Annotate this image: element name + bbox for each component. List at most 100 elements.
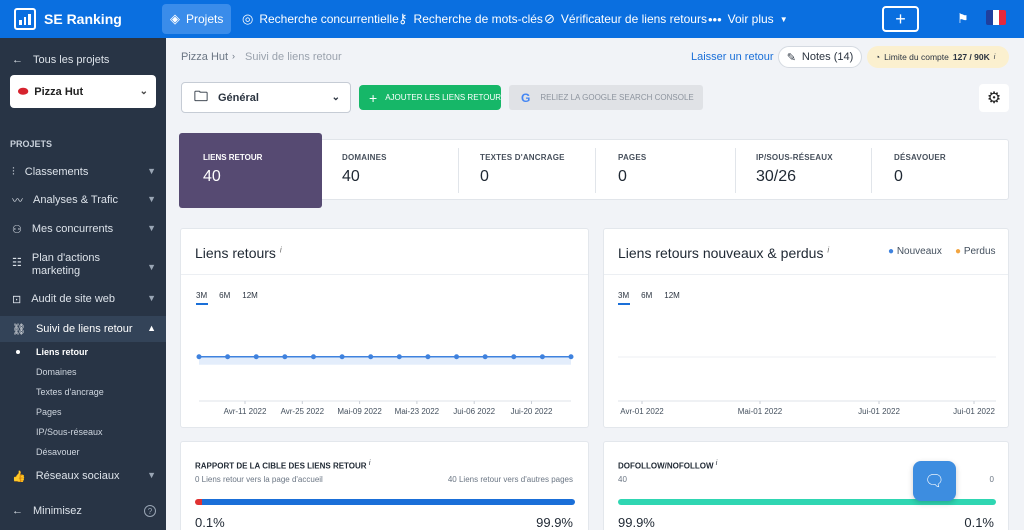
audit-icon: ⊡ (12, 293, 22, 306)
sidebar-sub-pages[interactable]: Pages (36, 407, 62, 417)
chevron-up-icon: ▲ (147, 323, 156, 333)
account-limit-badge[interactable]: ◔ Limite du compte 127 / 90K i (867, 46, 1009, 68)
sidebar-item-plan[interactable]: ☷ Plan d'actions marketing ▼ (0, 252, 166, 282)
title-text: RAPPORT DE LA CIBLE DES LIENS RETOUR (195, 461, 367, 471)
add-backlinks-button[interactable]: + AJOUTER LES LIENS RETOUR (359, 85, 501, 110)
settings-gear-icon[interactable]: ⚙ (979, 84, 1009, 112)
stat-value: 40 (342, 168, 360, 185)
backlinks-line-chart: Avr-11 2022 Avr-25 2022 Mai-09 2022 Mai-23 … (196, 354, 574, 416)
data-point (482, 354, 488, 360)
sidebar-minimize[interactable]: ← Minimisez? (0, 499, 166, 523)
data-point (368, 354, 374, 360)
divider (735, 148, 736, 193)
help-icon[interactable]: ? (144, 505, 156, 517)
sidebar-item-label: Mes concurrents (31, 223, 114, 235)
group-dropdown[interactable]: 🗀 Général ⌄ (181, 82, 351, 113)
nav-voir-plus[interactable]: ••• Voir plus ▼ (700, 4, 796, 34)
target-report-card: RAPPORT DE LA CIBLE DES LIENS RETOUR i 0… (180, 441, 589, 530)
group-value: Général (218, 91, 259, 104)
sidebar-sub-ip[interactable]: IP/Sous-réseaux (36, 427, 103, 437)
nav-verificateur[interactable]: ⊘ Vérificateur de liens retours (536, 4, 715, 34)
x-tick-label: Jui-01 2022 (858, 407, 900, 416)
title-text: DOFOLLOW/NOFOLLOW (618, 461, 714, 471)
add-button[interactable]: + (882, 6, 919, 32)
breadcrumb-root[interactable]: Pizza Hut (181, 51, 228, 63)
nofollow-count: 0 (989, 475, 994, 484)
stat-liens-retour[interactable]: LIENS RETOUR 40 (179, 133, 322, 208)
x-tick-label: Jui-20 2022 (511, 407, 553, 416)
nav-projets[interactable]: ◈ Projets (162, 4, 232, 34)
chevron-down-icon: ▼ (147, 166, 156, 176)
data-point (511, 354, 517, 360)
backlinks-chart-card: Liens retours i 3M 6M 12M Avr-11 2022 Avr… (180, 228, 589, 428)
checklist-icon: ☷ (12, 257, 22, 269)
dofollow-percent: 99.9% (618, 515, 655, 530)
sidebar-item-label: Audit de site web (31, 293, 115, 305)
sidebar-sub-textes[interactable]: Textes d'ancrage (36, 387, 104, 397)
data-point (196, 354, 202, 360)
bar-segment-homepage (195, 499, 202, 505)
project-selector[interactable]: ⬬ Pizza Hut ⌄ (10, 75, 156, 108)
limit-value: 127 / 90K (952, 52, 990, 62)
nav-recherche-mots-cles[interactable]: ⚷ Recherche de mots-clés (390, 4, 551, 34)
notes-button[interactable]: ✎ Notes (14) (778, 46, 862, 68)
active-dot (16, 350, 20, 354)
nav-label: Voir plus (727, 12, 774, 26)
info-icon: i (715, 460, 718, 467)
x-tick-label: Mai-09 2022 (337, 407, 382, 416)
connect-gsc-button[interactable]: G RELIEZ LA GOOGLE SEARCH CONSOLE (509, 85, 703, 110)
arrow-left-icon: ← (12, 505, 23, 517)
data-point (225, 354, 231, 360)
sidebar-item-classements[interactable]: ⫶ Classements ▼ (0, 160, 166, 184)
language-flag-icon[interactable] (986, 10, 1006, 25)
sidebar-item-label: Réseaux sociaux (35, 470, 120, 482)
chevron-down-icon: ▼ (147, 223, 156, 233)
users-icon: ⚇ (12, 223, 22, 236)
dofollow-count: 40 (618, 475, 627, 484)
divider (595, 148, 596, 193)
chevron-down-icon: ▼ (147, 293, 156, 303)
more-icon: ••• (708, 11, 722, 27)
sidebar-section-title: PROJETS (10, 139, 53, 149)
stat-label: LIENS RETOUR (203, 153, 263, 162)
breadcrumb-separator-icon: › (232, 51, 235, 61)
stat-value: 40 (203, 168, 221, 185)
feedback-link[interactable]: Laisser un retour (691, 51, 774, 63)
sidebar-all-projects[interactable]: ← Tous les projets (0, 48, 166, 72)
stat-label: DOMAINES (342, 153, 387, 162)
nav-label: Projets (186, 12, 224, 26)
sidebar-item-audit[interactable]: ⊡ Audit de site web ▼ (0, 287, 166, 311)
app-logo[interactable]: SE Ranking (14, 8, 122, 30)
folder-icon: 🗀 (194, 87, 208, 104)
pulse-icon: 〰 (12, 195, 23, 207)
sidebar-item-suivi[interactable]: ⛓ Suivi de liens retour ▲ (0, 317, 166, 341)
plus-icon: + (369, 89, 378, 106)
data-point (282, 354, 288, 360)
sidebar-sub-liens-retour[interactable]: Liens retour (36, 347, 88, 357)
sidebar-sub-desavouer[interactable]: Désavouer (36, 447, 80, 457)
x-tick-label: Avr-11 2022 (224, 407, 267, 416)
button-label: RELIEZ LA GOOGLE SEARCH CONSOLE (540, 93, 694, 102)
compass-icon: ⊘ (544, 11, 555, 26)
chat-icon[interactable]: 🗨 (913, 461, 956, 501)
sidebar-item-analyses[interactable]: 〰 Analyses & Trafic ▼ (0, 188, 166, 212)
link-icon: ⛓ (12, 323, 26, 336)
top-bar: SE Ranking ◈ Projets ◎ Recherche concurren… (0, 0, 1024, 38)
sidebar-item-label: Plan d'actions (31, 252, 101, 264)
chevron-down-icon: ▼ (147, 194, 156, 204)
nav-recherche-concurrentielle[interactable]: ◎ Recherche concurrentielle (234, 4, 407, 34)
homepage-percent: 0.1% (195, 515, 225, 530)
google-icon: G (521, 90, 531, 105)
sidebar-sub-domaines[interactable]: Domaines (36, 367, 77, 377)
data-point (396, 354, 402, 360)
other-pages-percent: 99.9% (536, 515, 573, 530)
data-point (454, 354, 460, 360)
x-tick-label: Jui-01 2022 (953, 407, 995, 416)
new-lost-chart: Avr-01 2022 Mai-01 2022 Jui-01 2022 Jui-01 … (618, 356, 996, 416)
sidebar-item-concurrents[interactable]: ⚇ Mes concurrents ▼ (0, 217, 166, 241)
sidebar-item-reseaux[interactable]: 👍 Réseaux sociaux ▼ (0, 464, 166, 488)
divider (871, 148, 872, 193)
flag-icon[interactable]: ⚑ (957, 11, 969, 27)
logo-icon (14, 8, 36, 30)
notes-label: Notes (14) (801, 51, 854, 63)
